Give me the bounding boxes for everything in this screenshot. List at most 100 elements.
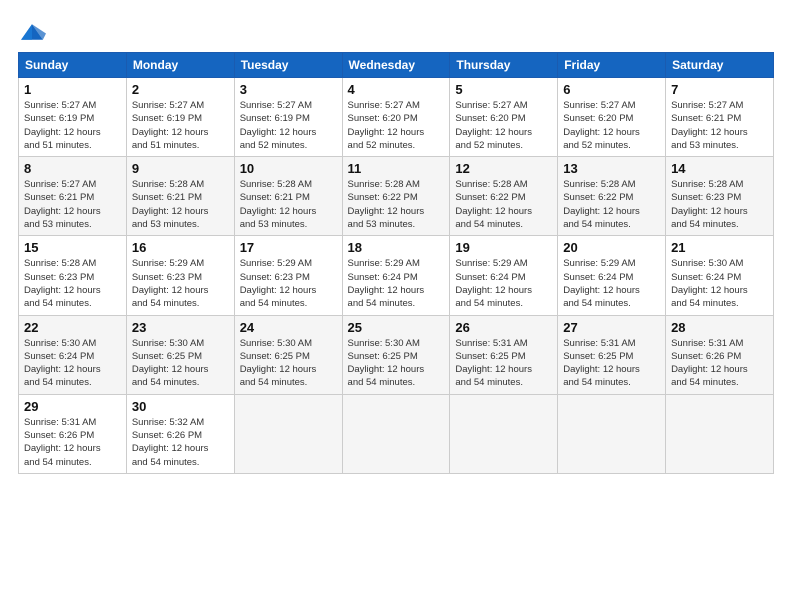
day-info: Sunrise: 5:30 AM Sunset: 6:25 PM Dayligh… (240, 337, 337, 390)
day-number: 5 (455, 82, 552, 97)
day-info: Sunrise: 5:27 AM Sunset: 6:20 PM Dayligh… (455, 99, 552, 152)
day-number: 26 (455, 320, 552, 335)
calendar-cell: 13Sunrise: 5:28 AM Sunset: 6:22 PM Dayli… (558, 157, 666, 236)
calendar-row-2: 8 Sunrise: 5:27 AM Sunset: 6:21 PM Daylig… (19, 157, 774, 236)
calendar-cell: 19 Sunrise: 5:29 AM Sunset: 6:24 PM Dayli… (450, 236, 558, 315)
day-info: Sunrise: 5:29 AM Sunset: 6:23 PM Dayligh… (240, 257, 337, 310)
calendar-cell: 28 Sunrise: 5:31 AM Sunset: 6:26 PM Dayli… (666, 315, 774, 394)
calendar-cell (666, 394, 774, 473)
day-number: 27 (563, 320, 660, 335)
logo (18, 18, 50, 46)
day-info: Sunrise: 5:27 AM Sunset: 6:21 PM Dayligh… (24, 178, 121, 231)
calendar-cell: 4 Sunrise: 5:27 AM Sunset: 6:20 PM Daylig… (342, 78, 450, 157)
day-number: 18 (348, 240, 445, 255)
day-number: 15 (24, 240, 121, 255)
day-info: Sunrise: 5:28 AM Sunset: 6:22 PM Dayligh… (455, 178, 552, 231)
calendar-row-5: 29Sunrise: 5:31 AM Sunset: 6:26 PM Dayli… (19, 394, 774, 473)
calendar-cell: 16 Sunrise: 5:29 AM Sunset: 6:23 PM Dayli… (126, 236, 234, 315)
calendar-row-4: 22 Sunrise: 5:30 AM Sunset: 6:24 PM Dayli… (19, 315, 774, 394)
logo-icon (18, 18, 46, 46)
day-info: Sunrise: 5:30 AM Sunset: 6:25 PM Dayligh… (132, 337, 229, 390)
day-number: 12 (455, 161, 552, 176)
day-number: 19 (455, 240, 552, 255)
calendar-header-wednesday: Wednesday (342, 53, 450, 78)
day-info: Sunrise: 5:27 AM Sunset: 6:19 PM Dayligh… (24, 99, 121, 152)
day-number: 4 (348, 82, 445, 97)
calendar-header-friday: Friday (558, 53, 666, 78)
day-info: Sunrise: 5:27 AM Sunset: 6:19 PM Dayligh… (240, 99, 337, 152)
day-info: Sunrise: 5:29 AM Sunset: 6:23 PM Dayligh… (132, 257, 229, 310)
calendar-header-saturday: Saturday (666, 53, 774, 78)
day-info: Sunrise: 5:28 AM Sunset: 6:21 PM Dayligh… (240, 178, 337, 231)
day-info: Sunrise: 5:31 AM Sunset: 6:25 PM Dayligh… (455, 337, 552, 390)
day-number: 21 (671, 240, 768, 255)
calendar-cell: 6 Sunrise: 5:27 AM Sunset: 6:20 PM Daylig… (558, 78, 666, 157)
calendar-header-sunday: Sunday (19, 53, 127, 78)
calendar-cell: 30 Sunrise: 5:32 AM Sunset: 6:26 PM Dayli… (126, 394, 234, 473)
calendar-cell (450, 394, 558, 473)
calendar-cell: 3 Sunrise: 5:27 AM Sunset: 6:19 PM Daylig… (234, 78, 342, 157)
calendar-cell: 14Sunrise: 5:28 AM Sunset: 6:23 PM Dayli… (666, 157, 774, 236)
calendar-cell (558, 394, 666, 473)
day-number: 14 (671, 161, 768, 176)
day-number: 9 (132, 161, 229, 176)
day-number: 30 (132, 399, 229, 414)
day-info: Sunrise: 5:32 AM Sunset: 6:26 PM Dayligh… (132, 416, 229, 469)
calendar-header-row: SundayMondayTuesdayWednesdayThursdayFrid… (19, 53, 774, 78)
day-number: 28 (671, 320, 768, 335)
calendar-cell: 27 Sunrise: 5:31 AM Sunset: 6:25 PM Dayli… (558, 315, 666, 394)
day-info: Sunrise: 5:30 AM Sunset: 6:24 PM Dayligh… (24, 337, 121, 390)
calendar-cell: 29Sunrise: 5:31 AM Sunset: 6:26 PM Dayli… (19, 394, 127, 473)
day-info: Sunrise: 5:31 AM Sunset: 6:26 PM Dayligh… (671, 337, 768, 390)
day-info: Sunrise: 5:27 AM Sunset: 6:19 PM Dayligh… (132, 99, 229, 152)
calendar-cell: 1 Sunrise: 5:27 AM Sunset: 6:19 PM Daylig… (19, 78, 127, 157)
calendar-cell: 17Sunrise: 5:29 AM Sunset: 6:23 PM Dayli… (234, 236, 342, 315)
day-number: 10 (240, 161, 337, 176)
calendar-cell: 12 Sunrise: 5:28 AM Sunset: 6:22 PM Dayli… (450, 157, 558, 236)
day-info: Sunrise: 5:28 AM Sunset: 6:23 PM Dayligh… (24, 257, 121, 310)
calendar-cell: 18 Sunrise: 5:29 AM Sunset: 6:24 PM Dayli… (342, 236, 450, 315)
calendar-table: SundayMondayTuesdayWednesdayThursdayFrid… (18, 52, 774, 474)
day-info: Sunrise: 5:30 AM Sunset: 6:24 PM Dayligh… (671, 257, 768, 310)
calendar-cell: 26 Sunrise: 5:31 AM Sunset: 6:25 PM Dayli… (450, 315, 558, 394)
calendar-cell: 2 Sunrise: 5:27 AM Sunset: 6:19 PM Daylig… (126, 78, 234, 157)
calendar-cell: 7Sunrise: 5:27 AM Sunset: 6:21 PM Daylig… (666, 78, 774, 157)
day-number: 24 (240, 320, 337, 335)
calendar-cell: 8 Sunrise: 5:27 AM Sunset: 6:21 PM Daylig… (19, 157, 127, 236)
day-info: Sunrise: 5:30 AM Sunset: 6:25 PM Dayligh… (348, 337, 445, 390)
day-number: 1 (24, 82, 121, 97)
day-number: 22 (24, 320, 121, 335)
calendar-cell (342, 394, 450, 473)
day-number: 3 (240, 82, 337, 97)
calendar-cell: 23 Sunrise: 5:30 AM Sunset: 6:25 PM Dayli… (126, 315, 234, 394)
day-number: 16 (132, 240, 229, 255)
day-number: 8 (24, 161, 121, 176)
calendar-cell: 15 Sunrise: 5:28 AM Sunset: 6:23 PM Dayli… (19, 236, 127, 315)
day-info: Sunrise: 5:31 AM Sunset: 6:26 PM Dayligh… (24, 416, 121, 469)
day-number: 13 (563, 161, 660, 176)
day-info: Sunrise: 5:28 AM Sunset: 6:22 PM Dayligh… (348, 178, 445, 231)
day-info: Sunrise: 5:29 AM Sunset: 6:24 PM Dayligh… (455, 257, 552, 310)
calendar-cell: 22 Sunrise: 5:30 AM Sunset: 6:24 PM Dayli… (19, 315, 127, 394)
day-number: 11 (348, 161, 445, 176)
calendar-cell: 5 Sunrise: 5:27 AM Sunset: 6:20 PM Daylig… (450, 78, 558, 157)
calendar-cell: 20Sunrise: 5:29 AM Sunset: 6:24 PM Dayli… (558, 236, 666, 315)
day-number: 2 (132, 82, 229, 97)
day-number: 25 (348, 320, 445, 335)
page: SundayMondayTuesdayWednesdayThursdayFrid… (0, 0, 792, 612)
calendar-cell: 10 Sunrise: 5:28 AM Sunset: 6:21 PM Dayli… (234, 157, 342, 236)
day-number: 7 (671, 82, 768, 97)
day-info: Sunrise: 5:28 AM Sunset: 6:21 PM Dayligh… (132, 178, 229, 231)
header (18, 18, 774, 46)
day-number: 6 (563, 82, 660, 97)
day-info: Sunrise: 5:29 AM Sunset: 6:24 PM Dayligh… (563, 257, 660, 310)
calendar-row-3: 15 Sunrise: 5:28 AM Sunset: 6:23 PM Dayli… (19, 236, 774, 315)
calendar-cell: 25 Sunrise: 5:30 AM Sunset: 6:25 PM Dayli… (342, 315, 450, 394)
calendar-cell: 11 Sunrise: 5:28 AM Sunset: 6:22 PM Dayli… (342, 157, 450, 236)
day-info: Sunrise: 5:29 AM Sunset: 6:24 PM Dayligh… (348, 257, 445, 310)
day-info: Sunrise: 5:31 AM Sunset: 6:25 PM Dayligh… (563, 337, 660, 390)
day-info: Sunrise: 5:27 AM Sunset: 6:20 PM Dayligh… (563, 99, 660, 152)
calendar-cell: 21 Sunrise: 5:30 AM Sunset: 6:24 PM Dayli… (666, 236, 774, 315)
day-number: 23 (132, 320, 229, 335)
day-info: Sunrise: 5:27 AM Sunset: 6:20 PM Dayligh… (348, 99, 445, 152)
